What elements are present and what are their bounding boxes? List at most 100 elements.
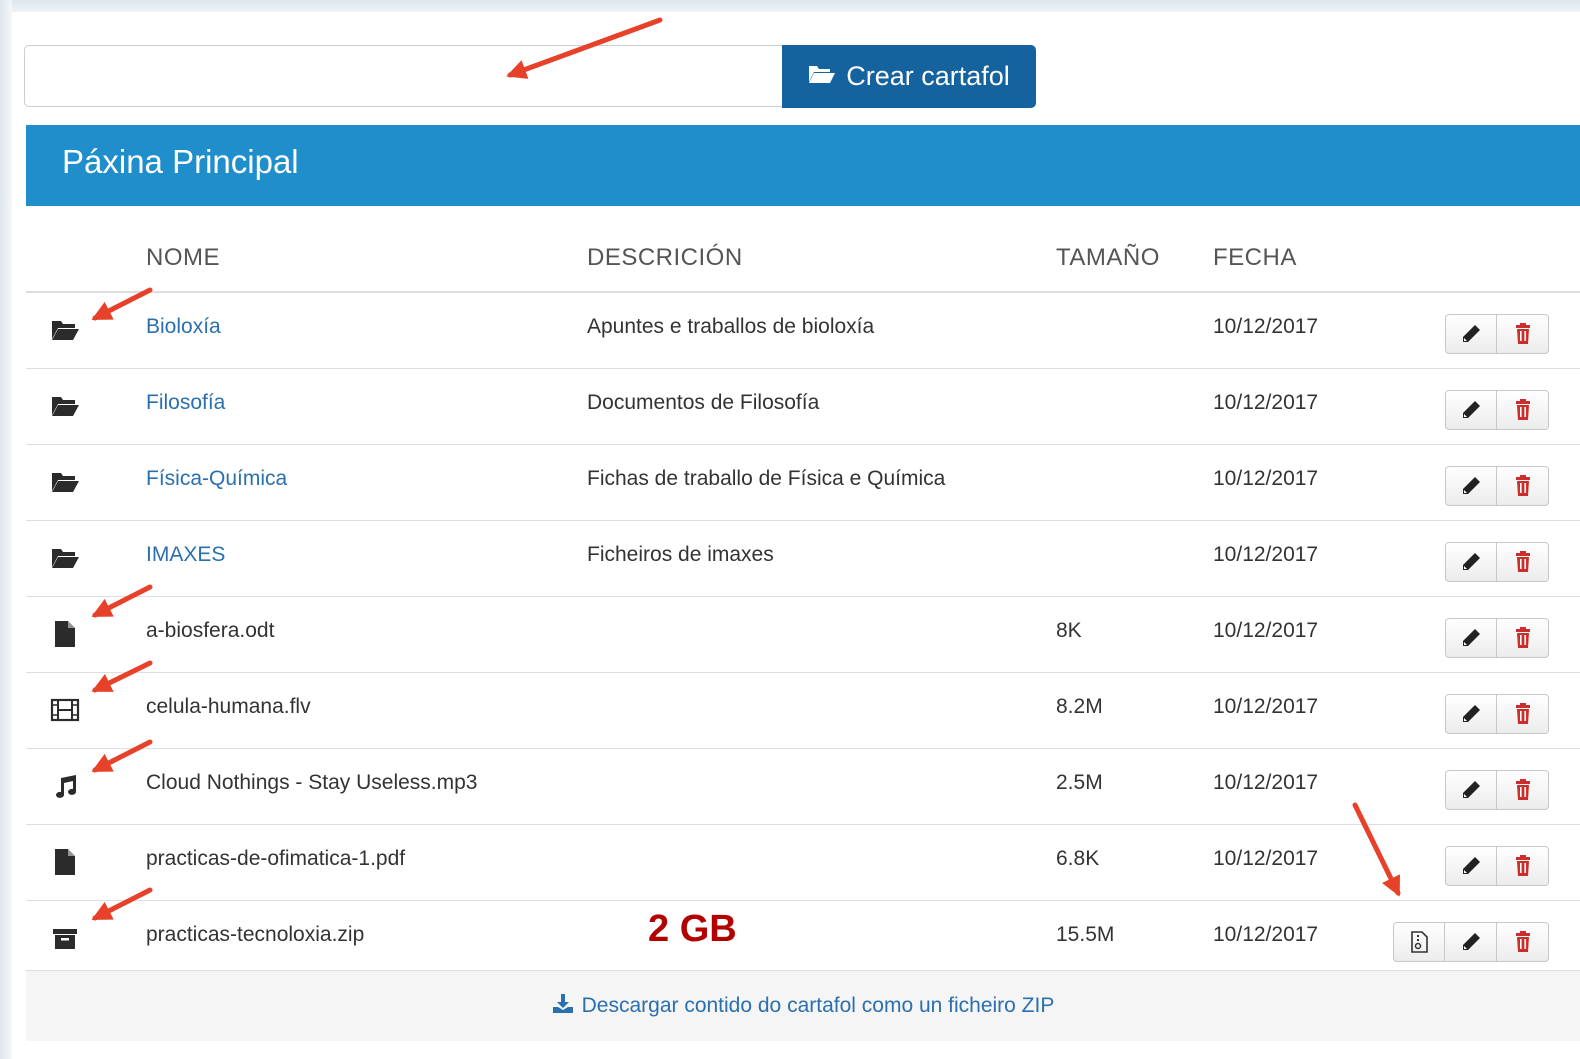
row-actions bbox=[1445, 314, 1549, 354]
edit-button[interactable] bbox=[1445, 618, 1497, 658]
row-actions bbox=[1445, 770, 1549, 810]
folder-open-icon bbox=[50, 467, 80, 497]
delete-button[interactable] bbox=[1497, 314, 1549, 354]
delete-button[interactable] bbox=[1497, 846, 1549, 886]
row-actions bbox=[1393, 922, 1549, 962]
date-cell: 10/12/2017 bbox=[1213, 315, 1319, 338]
size-cell: 2.5M bbox=[1056, 771, 1103, 794]
edit-button[interactable] bbox=[1445, 770, 1497, 810]
size-cell: 6.8K bbox=[1056, 847, 1100, 870]
header-date[interactable]: FECHA bbox=[1213, 244, 1297, 272]
film-icon bbox=[50, 695, 80, 725]
trash-icon bbox=[1511, 854, 1535, 878]
window-frame-left bbox=[0, 0, 12, 1059]
table-row[interactable]: practicas-tecnoloxia.zip 15.5M 10/12/2017 2… bbox=[26, 901, 1580, 977]
file-table: NOME DESCRICIÓN TAMAÑO FECHA Bioloxía Apu… bbox=[26, 206, 1580, 977]
trash-icon bbox=[1511, 550, 1535, 574]
folder-link[interactable]: IMAXES bbox=[146, 543, 225, 567]
header-description[interactable]: DESCRICIÓN bbox=[587, 244, 743, 272]
date-cell: 10/12/2017 bbox=[1213, 847, 1319, 870]
description-cell: Ficheiros de imaxes bbox=[587, 543, 774, 566]
table-row[interactable]: celula-humana.flv 8.2M 10/12/2017 bbox=[26, 673, 1580, 749]
date-cell: 10/12/2017 bbox=[1213, 695, 1319, 718]
table-row[interactable]: a-biosfera.odt 8K 10/12/2017 bbox=[26, 597, 1580, 673]
edit-button[interactable] bbox=[1445, 542, 1497, 582]
header-size[interactable]: TAMAÑO bbox=[1056, 244, 1160, 272]
description-cell: Fichas de traballo de Física e Química bbox=[587, 467, 946, 490]
trash-icon bbox=[1511, 398, 1535, 422]
delete-button[interactable] bbox=[1497, 390, 1549, 430]
edit-button[interactable] bbox=[1445, 694, 1497, 734]
pencil-icon bbox=[1459, 398, 1483, 422]
edit-button[interactable] bbox=[1445, 390, 1497, 430]
download-zip-link[interactable]: Descargar contido do cartafol como un fi… bbox=[26, 970, 1580, 1041]
description-cell: Documentos de Filosofía bbox=[587, 391, 820, 414]
delete-button[interactable] bbox=[1497, 770, 1549, 810]
row-actions bbox=[1445, 846, 1549, 886]
size-annotation: 2 GB bbox=[648, 908, 737, 950]
table-body: Bioloxía Apuntes e traballos de bioloxía 1… bbox=[26, 293, 1580, 977]
file-icon bbox=[50, 619, 80, 649]
row-actions bbox=[1445, 390, 1549, 430]
file-icon bbox=[50, 847, 80, 877]
folder-link[interactable]: Física-Química bbox=[146, 467, 287, 491]
folder-link[interactable]: Bioloxía bbox=[146, 315, 221, 339]
header-name[interactable]: NOME bbox=[146, 244, 220, 272]
pencil-icon bbox=[1459, 626, 1483, 650]
extract-file-icon bbox=[1407, 930, 1431, 954]
pencil-icon bbox=[1459, 930, 1483, 954]
folder-link[interactable]: Filosofía bbox=[146, 391, 225, 415]
table-row[interactable]: IMAXES Ficheiros de imaxes 10/12/2017 bbox=[26, 521, 1580, 597]
row-actions bbox=[1445, 694, 1549, 734]
delete-button[interactable] bbox=[1497, 922, 1549, 962]
music-icon bbox=[50, 771, 80, 801]
pencil-icon bbox=[1459, 702, 1483, 726]
delete-button[interactable] bbox=[1497, 466, 1549, 506]
create-folder-button[interactable]: Crear cartafol bbox=[782, 45, 1036, 108]
folder-open-icon bbox=[808, 61, 836, 92]
delete-button[interactable] bbox=[1497, 618, 1549, 658]
edit-button[interactable] bbox=[1445, 922, 1497, 962]
date-cell: 10/12/2017 bbox=[1213, 543, 1319, 566]
edit-button[interactable] bbox=[1445, 314, 1497, 354]
description-cell: Apuntes e traballos de bioloxía bbox=[587, 315, 875, 338]
table-row[interactable]: practicas-de-ofimatica-1.pdf 6.8K 10/12/20… bbox=[26, 825, 1580, 901]
edit-button[interactable] bbox=[1445, 846, 1497, 886]
table-row[interactable]: Filosofía Documentos de Filosofía 10/12/20… bbox=[26, 369, 1580, 445]
date-cell: 10/12/2017 bbox=[1213, 391, 1319, 414]
new-folder-name-input[interactable] bbox=[24, 45, 782, 107]
row-actions bbox=[1445, 542, 1549, 582]
create-folder-label: Crear cartafol bbox=[846, 61, 1010, 91]
date-cell: 10/12/2017 bbox=[1213, 619, 1319, 642]
pencil-icon bbox=[1459, 778, 1483, 802]
page-title: Páxina Principal bbox=[62, 143, 299, 180]
folder-open-icon bbox=[50, 391, 80, 421]
file-name: celula-humana.flv bbox=[146, 695, 311, 718]
edit-button[interactable] bbox=[1445, 466, 1497, 506]
window-frame-top bbox=[0, 0, 1580, 12]
folder-open-icon bbox=[50, 315, 80, 345]
table-row[interactable]: Bioloxía Apuntes e traballos de bioloxía 1… bbox=[26, 293, 1580, 369]
trash-icon bbox=[1511, 322, 1535, 346]
row-actions bbox=[1445, 466, 1549, 506]
size-cell: 8K bbox=[1056, 619, 1082, 642]
download-zip-label: Descargar contido do cartafol como un fi… bbox=[581, 994, 1055, 1017]
file-name: practicas-tecnoloxia.zip bbox=[146, 923, 365, 946]
delete-button[interactable] bbox=[1497, 542, 1549, 582]
delete-button[interactable] bbox=[1497, 694, 1549, 734]
panel-heading: Páxina Principal bbox=[26, 125, 1580, 206]
table-row[interactable]: Física-Química Fichas de traballo de Físi… bbox=[26, 445, 1580, 521]
pencil-icon bbox=[1459, 550, 1483, 574]
table-row[interactable]: Cloud Nothings - Stay Useless.mp3 2.5M 10/… bbox=[26, 749, 1580, 825]
trash-icon bbox=[1511, 778, 1535, 802]
date-cell: 10/12/2017 bbox=[1213, 923, 1319, 946]
extract-button[interactable] bbox=[1393, 922, 1445, 962]
size-cell: 8.2M bbox=[1056, 695, 1103, 718]
pencil-icon bbox=[1459, 322, 1483, 346]
date-cell: 10/12/2017 bbox=[1213, 467, 1319, 490]
table-header: NOME DESCRICIÓN TAMAÑO FECHA bbox=[26, 206, 1580, 293]
file-name: practicas-de-ofimatica-1.pdf bbox=[146, 847, 406, 870]
pencil-icon bbox=[1459, 854, 1483, 878]
folder-open-icon bbox=[50, 543, 80, 573]
row-actions bbox=[1445, 618, 1549, 658]
